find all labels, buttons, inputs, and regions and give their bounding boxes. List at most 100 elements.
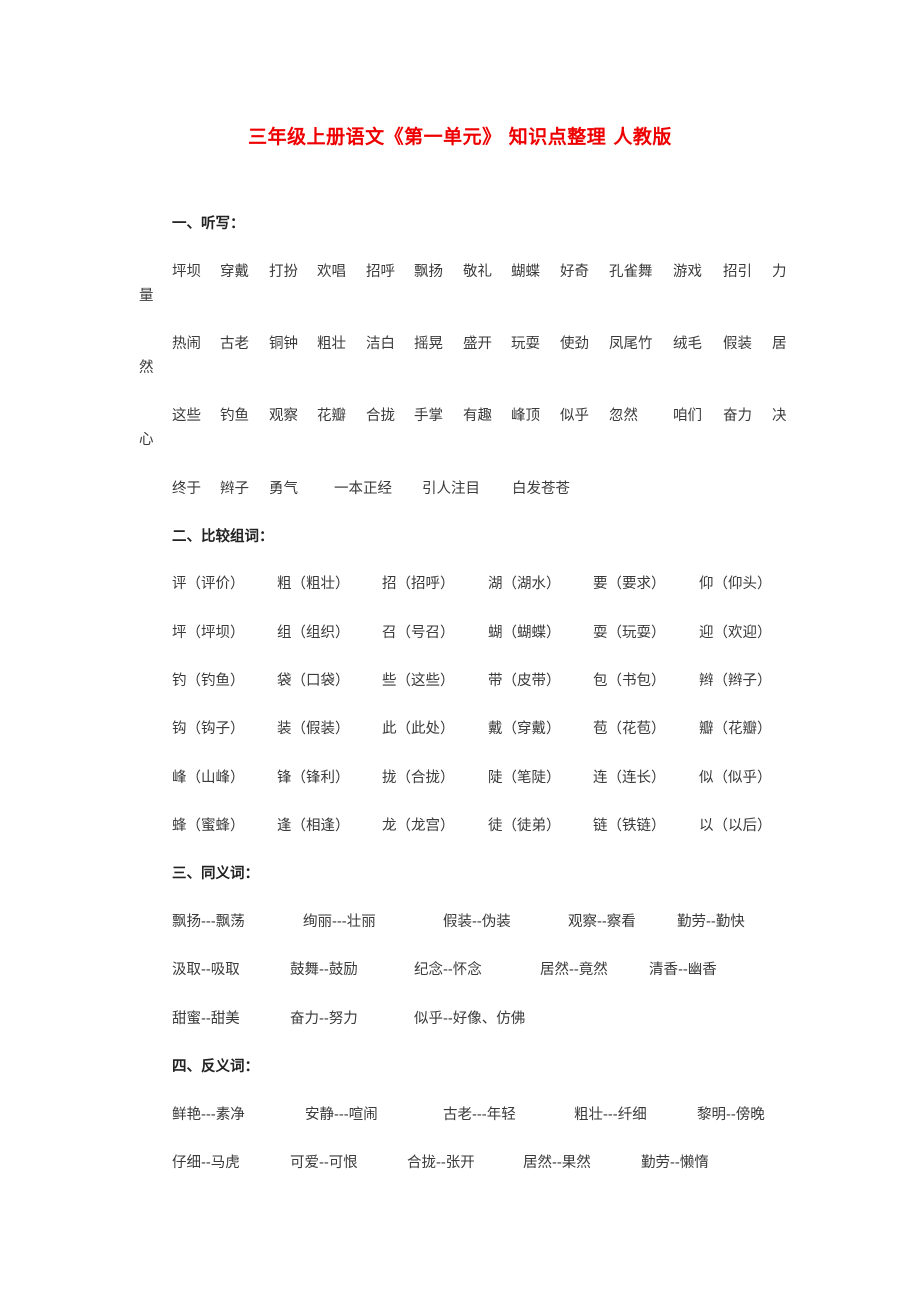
dictation-word: 凤尾竹 (609, 336, 653, 352)
compare-word-cell: 锋（锋利） (277, 770, 350, 786)
document-page: 三年级上册语文《第一单元》 知识点整理 人教版 一、听写： 坪坝 穿戴 打扮 欢唱 招呼… (0, 0, 920, 1302)
dictation-word: 辫子 (220, 481, 249, 497)
compare-word-cell: 招（招呼） (382, 576, 455, 592)
dictation-word: 坪坝 (172, 264, 201, 280)
dictation-word: 一本正经 (334, 481, 392, 497)
synonym-pair: 似乎--好像、仿佛 (414, 1011, 526, 1027)
dictation-word: 孔雀舞 (609, 264, 653, 280)
dictation-word-wrap: 然 (139, 360, 154, 376)
section-heading-antonyms: 四、反义词： (172, 1059, 259, 1075)
compare-word-cell: 要（要求） (593, 576, 666, 592)
dictation-word: 峰顶 (511, 408, 540, 424)
antonym-pair: 可爱--可恨 (290, 1155, 358, 1171)
dictation-word: 铜钟 (269, 336, 298, 352)
compare-word-cell: 些（这些） (382, 673, 455, 689)
dictation-word: 奋力 (723, 408, 752, 424)
antonym-pair: 仔细--马虎 (172, 1155, 240, 1171)
compare-word-cell: 袋（口袋） (277, 673, 350, 689)
compare-word-cell: 湖（湖水） (488, 576, 561, 592)
compare-word-cell: 链（铁链） (593, 818, 666, 834)
compare-word-cell: 带（皮带） (488, 673, 561, 689)
section-heading-dictation: 一、听写： (172, 216, 245, 232)
dictation-word: 玩耍 (511, 336, 540, 352)
dictation-word: 摇晃 (414, 336, 443, 352)
dictation-word: 花瓣 (317, 408, 346, 424)
dictation-word: 盛开 (463, 336, 492, 352)
dictation-word: 钓鱼 (220, 408, 249, 424)
compare-word-cell: 瓣（花瓣） (699, 721, 772, 737)
dictation-word: 假装 (723, 336, 752, 352)
compare-word-cell: 峰（山峰） (172, 770, 245, 786)
dictation-word: 游戏 (673, 264, 702, 280)
compare-word-cell: 钩（钩子） (172, 721, 245, 737)
compare-word-cell: 以（以后） (699, 818, 772, 834)
dictation-word: 绒毛 (673, 336, 702, 352)
dictation-word: 敬礼 (463, 264, 492, 280)
antonym-pair: 粗壮---纤细 (574, 1107, 647, 1123)
compare-word-cell: 此（此处） (382, 721, 455, 737)
compare-word-cell: 戴（穿戴） (488, 721, 561, 737)
compare-word-cell: 装（假装） (277, 721, 350, 737)
dictation-word: 白发苍苍 (512, 481, 570, 497)
compare-word-cell: 仰（仰头） (699, 576, 772, 592)
dictation-word: 打扮 (269, 264, 298, 280)
synonym-pair: 鼓舞--鼓励 (290, 962, 358, 978)
dictation-word: 这些 (172, 408, 201, 424)
section-heading-synonyms: 三、同义词： (172, 866, 259, 882)
compare-word-cell: 粗（粗壮） (277, 576, 350, 592)
dictation-word: 观察 (269, 408, 298, 424)
synonym-pair: 勤劳--勤快 (677, 914, 745, 930)
dictation-word: 力 (772, 264, 787, 280)
dictation-word: 穿戴 (220, 264, 249, 280)
dictation-word: 蝴蝶 (511, 264, 540, 280)
compare-word-cell: 蝴（蝴蝶） (488, 625, 561, 641)
dictation-word: 居 (772, 336, 787, 352)
compare-word-cell: 辫（辫子） (699, 673, 772, 689)
antonym-pair: 居然--果然 (523, 1155, 591, 1171)
synonym-pair: 居然--竟然 (540, 962, 608, 978)
dictation-word: 有趣 (463, 408, 492, 424)
compare-word-cell: 龙（龙宫） (382, 818, 455, 834)
compare-word-cell: 拢（合拢） (382, 770, 455, 786)
dictation-word-wrap: 心 (139, 432, 154, 448)
compare-word-cell: 耍（玩耍） (593, 625, 666, 641)
antonym-pair: 黎明--傍晚 (697, 1107, 765, 1123)
document-title: 三年级上册语文《第一单元》 知识点整理 人教版 (248, 126, 672, 148)
compare-word-cell: 苞（花苞） (593, 721, 666, 737)
dictation-word: 手掌 (414, 408, 443, 424)
dictation-word: 热闹 (172, 336, 201, 352)
synonym-pair: 绚丽---壮丽 (303, 914, 376, 930)
antonym-pair: 鲜艳---素净 (172, 1107, 245, 1123)
section-heading-compare-words: 二、比较组词： (172, 529, 274, 545)
dictation-word: 勇气 (269, 481, 298, 497)
dictation-word: 飘扬 (414, 264, 443, 280)
dictation-word: 招呼 (366, 264, 395, 280)
synonym-pair: 奋力--努力 (290, 1011, 358, 1027)
compare-word-cell: 包（书包） (593, 673, 666, 689)
synonym-pair: 纪念--怀念 (414, 962, 482, 978)
dictation-word: 决 (772, 408, 787, 424)
dictation-word-wrap: 量 (139, 288, 154, 304)
compare-word-cell: 组（组织） (277, 625, 350, 641)
dictation-word: 似乎 (560, 408, 589, 424)
compare-word-cell: 徒（徒弟） (488, 818, 561, 834)
antonym-pair: 合拢--张开 (407, 1155, 475, 1171)
compare-word-cell: 逢（相逢） (277, 818, 350, 834)
compare-word-cell: 似（似乎） (699, 770, 772, 786)
synonym-pair: 甜蜜--甜美 (172, 1011, 240, 1027)
dictation-word: 合拢 (366, 408, 395, 424)
dictation-word: 好奇 (560, 264, 589, 280)
synonym-pair: 清香--幽香 (649, 962, 717, 978)
synonym-pair: 汲取--吸取 (172, 962, 240, 978)
dictation-word: 招引 (723, 264, 752, 280)
synonym-pair: 飘扬---飘荡 (172, 914, 245, 930)
compare-word-cell: 迎（欢迎） (699, 625, 772, 641)
antonym-pair: 勤劳--懒惰 (641, 1155, 709, 1171)
dictation-word: 使劲 (560, 336, 589, 352)
compare-word-cell: 坪（坪坝） (172, 625, 245, 641)
compare-word-cell: 评（评价） (172, 576, 245, 592)
dictation-word: 洁白 (366, 336, 395, 352)
compare-word-cell: 召（号召） (382, 625, 455, 641)
dictation-word: 终于 (172, 481, 201, 497)
compare-word-cell: 陡（笔陡） (488, 770, 561, 786)
